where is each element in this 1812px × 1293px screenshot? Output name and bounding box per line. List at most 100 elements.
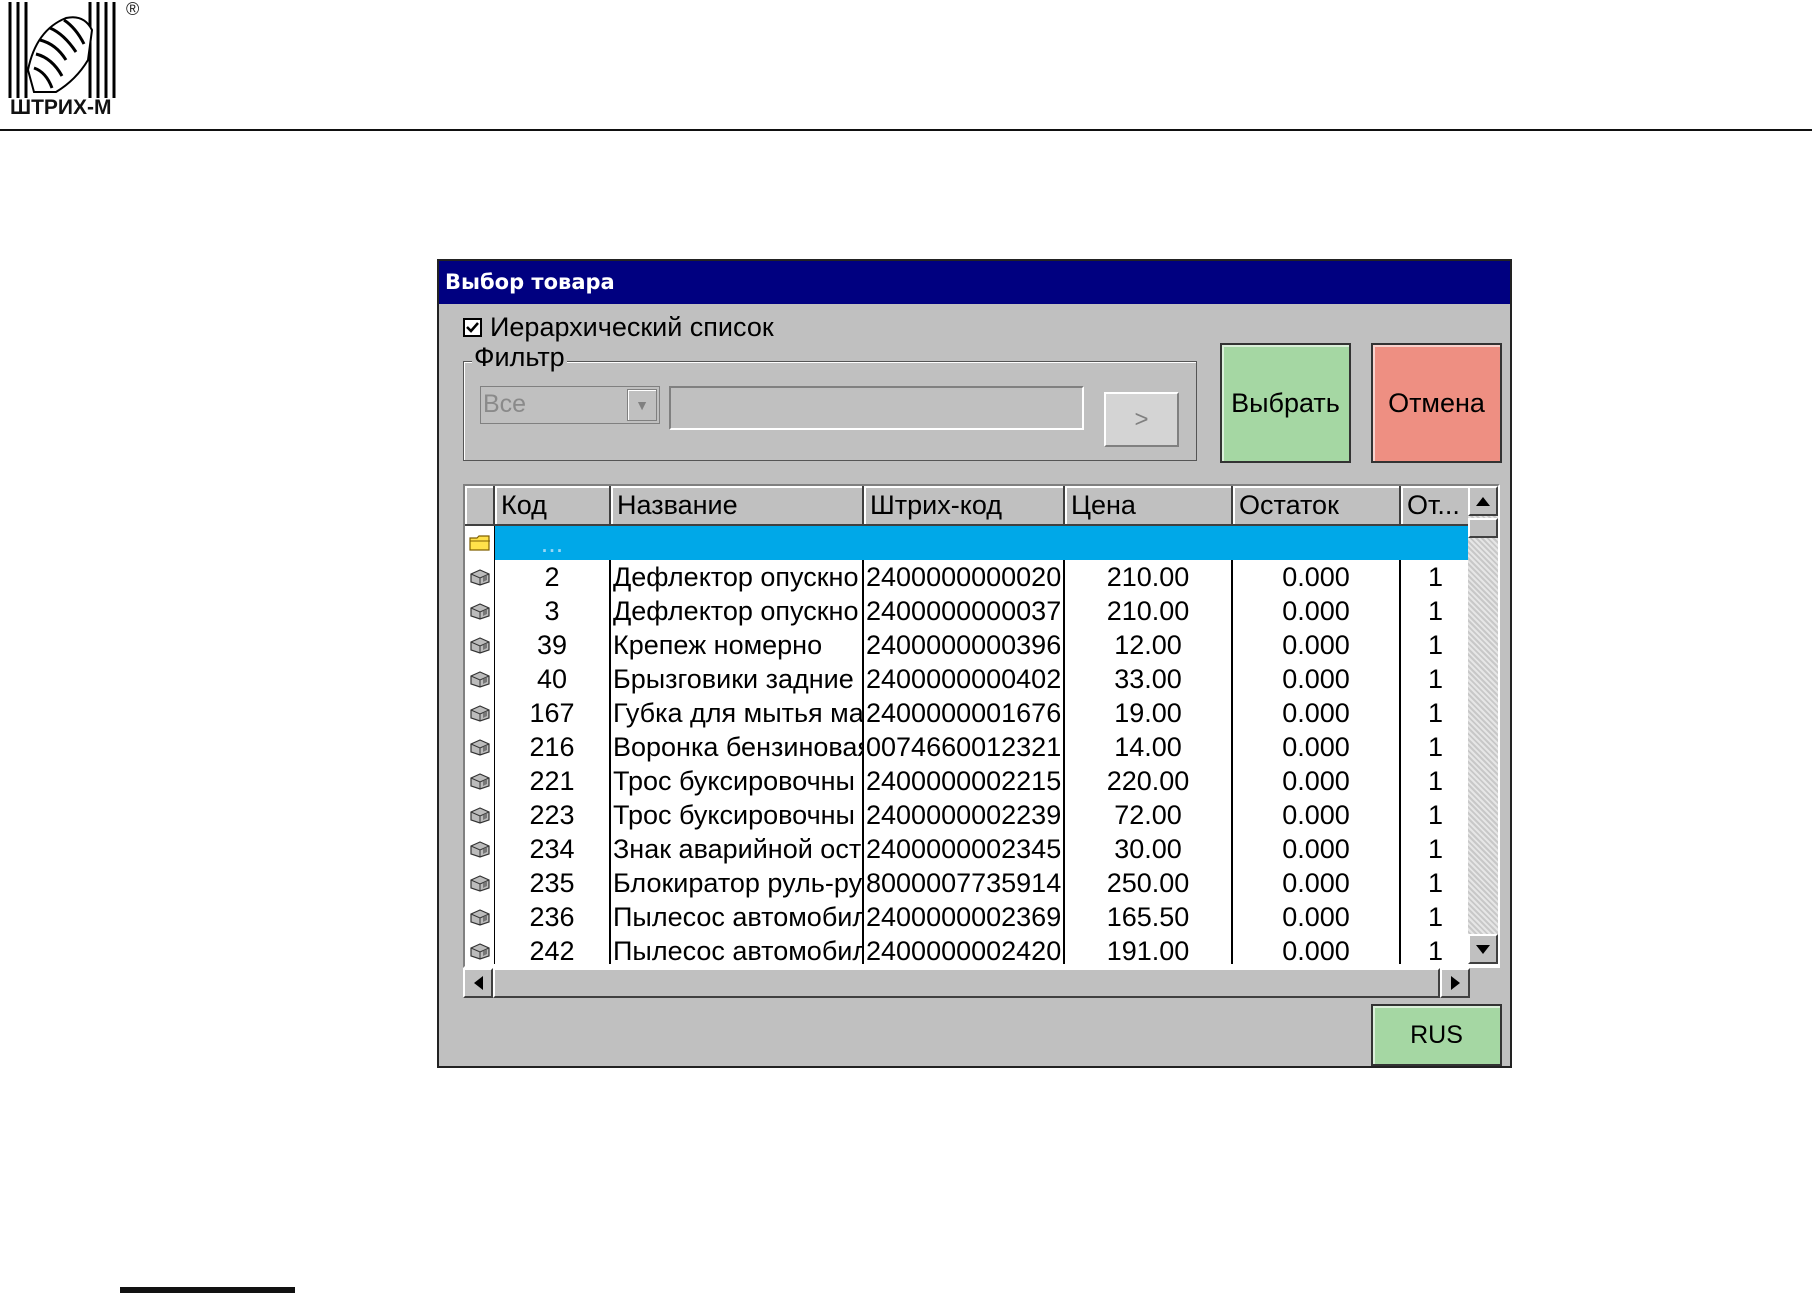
cell-price: 250.00 (1065, 866, 1233, 900)
cell-stock: 0.000 (1233, 662, 1401, 696)
column-header-name[interactable]: Название (611, 486, 864, 526)
cell-stock: 0.000 (1233, 798, 1401, 832)
cell-code: 39 (495, 628, 611, 662)
product-icon (465, 866, 495, 900)
cell-code: 221 (495, 764, 611, 798)
cell-barcode: 2400000002215 (864, 764, 1065, 798)
cell-code: 242 (495, 934, 611, 964)
cancel-button[interactable]: Отмена (1371, 343, 1502, 463)
products-grid: Код Название Штрих-код Цена Остаток От..… (463, 484, 1500, 968)
column-header-code[interactable]: Код (495, 486, 611, 526)
cell-stock: 0.000 (1233, 832, 1401, 866)
hierarchical-list-label: Иерархический список (490, 311, 774, 342)
cell-barcode: 0074660012321 (864, 730, 1065, 764)
cell-ot: 1 (1401, 560, 1472, 594)
table-row[interactable]: 3 Дефлектор опускно 2400000000037 210.00 0.0… (465, 594, 1472, 628)
cell-stock: 0.000 (1233, 560, 1401, 594)
cell-stock: 0.000 (1233, 628, 1401, 662)
table-row[interactable]: 242 Пылесос автомобил 2400000002420 191.00 0… (465, 934, 1472, 964)
cell-ot: 1 (1401, 832, 1472, 866)
cell-ot: 1 (1401, 594, 1472, 628)
cell-ot: 1 (1401, 866, 1472, 900)
vertical-scrollbar[interactable] (1468, 486, 1498, 964)
grid-header: Код Название Штрих-код Цена Остаток От..… (465, 486, 1472, 526)
footer-bar (120, 1287, 295, 1293)
cell-stock: 0.000 (1233, 900, 1401, 934)
grid-viewport: Код Название Штрих-код Цена Остаток От..… (465, 486, 1472, 964)
column-header-price[interactable]: Цена (1065, 486, 1233, 526)
hierarchical-list-option[interactable]: Иерархический список (463, 311, 774, 343)
cell-code: 235 (495, 866, 611, 900)
registered-mark: ® (126, 0, 140, 19)
cell-code: 216 (495, 730, 611, 764)
filter-legend: Фильтр (472, 342, 567, 372)
filter-type-value: Все (483, 390, 527, 418)
filter-type-select[interactable]: Все ▼ (480, 386, 660, 424)
column-header-ot[interactable]: От... (1401, 486, 1472, 526)
column-header-barcode[interactable]: Штрих-код (864, 486, 1065, 526)
hierarchical-list-checkbox[interactable] (463, 317, 482, 337)
table-row[interactable]: 221 Трос буксировочны 2400000002215 220.00 0… (465, 764, 1472, 798)
scroll-right-icon[interactable] (1440, 968, 1470, 998)
table-row[interactable]: 236 Пылесос автомобил 2400000002369 165.50 0… (465, 900, 1472, 934)
table-row[interactable]: 167 Губка для мытья ма 2400000001676 19.00 0… (465, 696, 1472, 730)
product-icon (465, 696, 495, 730)
column-header-stock[interactable]: Остаток (1233, 486, 1401, 526)
cell-barcode: 2400000002369 (864, 900, 1065, 934)
scroll-left-icon[interactable] (463, 968, 493, 998)
scroll-down-icon[interactable] (1468, 934, 1498, 964)
cell-price: 191.00 (1065, 934, 1233, 964)
cell-code: 167 (495, 696, 611, 730)
product-icon (465, 662, 495, 696)
vertical-scroll-thumb[interactable] (1468, 518, 1498, 538)
horizontal-scroll-thumb[interactable] (493, 968, 1440, 998)
cell-code: 2 (495, 560, 611, 594)
dropdown-arrow-icon[interactable]: ▼ (627, 389, 657, 421)
cell-ot: 1 (1401, 764, 1472, 798)
product-icon (465, 798, 495, 832)
cell-stock: 0.000 (1233, 730, 1401, 764)
cell-name: Пылесос автомобил (613, 900, 864, 934)
table-row[interactable]: 235 Блокиратор руль-ру 8000007735914 250.00… (465, 866, 1472, 900)
cell-name: Блокиратор руль-ру (613, 866, 864, 900)
cell-code: 40 (495, 662, 611, 696)
cell-code: 236 (495, 900, 611, 934)
cell-barcode: 2400000002345 (864, 832, 1065, 866)
cell-barcode: 2400000002239 (864, 798, 1065, 832)
table-row[interactable]: 39 Крепеж номерно 2400000000396 12.00 0.000 1 (465, 628, 1472, 662)
cell-code: 234 (495, 832, 611, 866)
cell-code: 223 (495, 798, 611, 832)
cell-name: Дефлектор опускно (611, 594, 864, 628)
table-row[interactable]: 40 Брызговики задние 2400000000402 33.00 0.0… (465, 662, 1472, 696)
table-row[interactable]: 2 Дефлектор опускно 2400000000020 210.00 0.0… (465, 560, 1472, 594)
cell-barcode: 2400000002420 (864, 934, 1065, 964)
cell-name: Дефлектор опускно (611, 560, 864, 594)
table-row[interactable]: 223 Трос буксировочны 2400000002239 72.00 0.… (465, 798, 1472, 832)
cell-price: 19.00 (1065, 696, 1233, 730)
horizontal-scrollbar[interactable] (463, 968, 1470, 998)
cell-barcode: 2400000000020 (864, 560, 1065, 594)
product-icon (465, 934, 495, 964)
cell-ot: 1 (1401, 628, 1472, 662)
product-icon (465, 594, 495, 628)
scroll-up-icon[interactable] (1468, 486, 1498, 516)
table-row[interactable]: 216 Воронка бензиновая 0074660012321 14.00 0… (465, 730, 1472, 764)
language-button[interactable]: RUS (1371, 1004, 1502, 1066)
cell-barcode: 2400000000037 (864, 594, 1065, 628)
column-header-icon (465, 486, 495, 526)
zebra-logo-icon (8, 2, 116, 98)
cell-name: Губка для мытья ма (613, 696, 864, 730)
table-row[interactable]: 234 Знак аварийной ост 2400000002345 30.00 0… (465, 832, 1472, 866)
cell-name: Трос буксировочны (611, 764, 864, 798)
folder-row[interactable]: ... (465, 526, 1472, 560)
cell-price: 30.00 (1065, 832, 1233, 866)
select-button[interactable]: Выбрать (1220, 343, 1351, 463)
grid-rows: ... 2 Дефлектор опускно 2400000000020 210.0… (465, 526, 1472, 964)
filter-apply-button[interactable]: > (1104, 392, 1179, 447)
filter-text-input[interactable] (669, 386, 1084, 430)
cell-name: Знак аварийной ост (611, 832, 864, 866)
product-icon (465, 764, 495, 798)
cell-barcode: 2400000001676 (864, 696, 1065, 730)
cell-stock: 0.000 (1233, 764, 1401, 798)
folder-icon (465, 526, 495, 560)
